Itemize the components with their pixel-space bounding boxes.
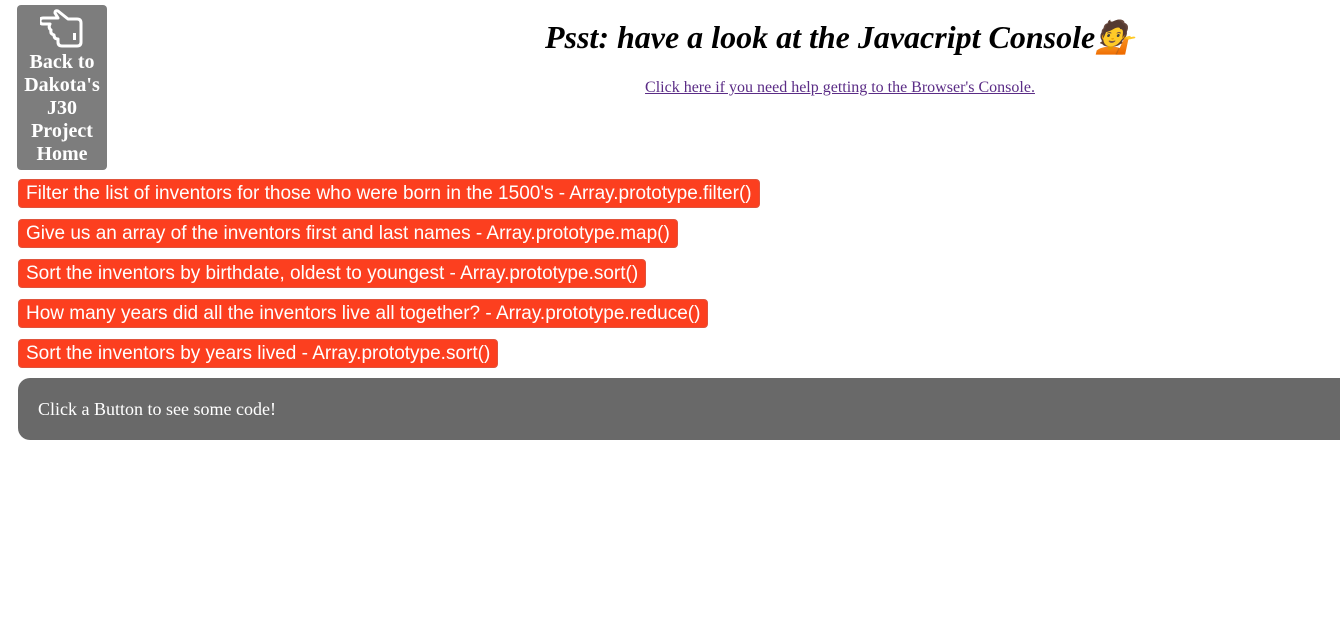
- reduce-button[interactable]: How many years did all the inventors liv…: [18, 299, 709, 328]
- code-output-text: Click a Button to see some code!: [38, 399, 276, 419]
- tipping-hand-emoji: 💁: [1095, 19, 1136, 55]
- exercise-buttons: Filter the list of inventors for those w…: [18, 179, 760, 379]
- sort-birthdate-button[interactable]: Sort the inventors by birthdate, oldest …: [18, 259, 647, 288]
- code-output-panel: Click a Button to see some code!: [18, 378, 1340, 440]
- pointing-hand-icon: [40, 9, 83, 48]
- page-title: Psst: have a look at the Javacript Conso…: [340, 16, 1340, 58]
- back-to-home-link[interactable]: Back to Dakota's J30 Project Home: [17, 5, 107, 170]
- sort-years-lived-button[interactable]: Sort the inventors by years lived - Arra…: [18, 339, 499, 368]
- page-title-text: Psst: have a look at the Javacript Conso…: [544, 19, 1096, 55]
- home-link-label: Back to Dakota's J30 Project Home: [24, 51, 100, 165]
- console-help-link[interactable]: Click here if you need help getting to t…: [645, 79, 1035, 96]
- help-link-container: Click here if you need help getting to t…: [340, 78, 1340, 98]
- map-button[interactable]: Give us an array of the inventors first …: [18, 219, 678, 248]
- filter-button[interactable]: Filter the list of inventors for those w…: [18, 179, 760, 208]
